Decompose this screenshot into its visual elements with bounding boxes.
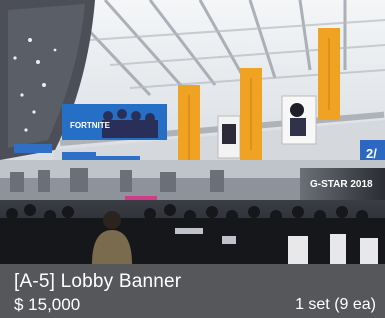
event-sign-text: G-STAR 2018	[310, 179, 373, 190]
product-price: $ 15,000	[14, 295, 81, 314]
wall-sign-text: 2/	[366, 146, 377, 161]
product-quantity: 1 set (9 ea)	[295, 296, 376, 313]
gstar-sign: G-STAR 2018	[300, 168, 385, 200]
product-caption: [A-5] Lobby Banner $ 15,000 1 set (9 ea)	[0, 264, 385, 318]
lobby-banner-photo: FORTNITE 2/ G-STAR 2018	[0, 0, 385, 264]
product-title: [A-5] Lobby Banner	[14, 271, 182, 292]
product-card[interactable]: FORTNITE 2/ G-STAR 2018 [A-5] Lobby Bann…	[0, 0, 385, 318]
billboard-text: FORTNITE	[70, 121, 111, 130]
fortnite-billboard: FORTNITE	[62, 104, 167, 140]
